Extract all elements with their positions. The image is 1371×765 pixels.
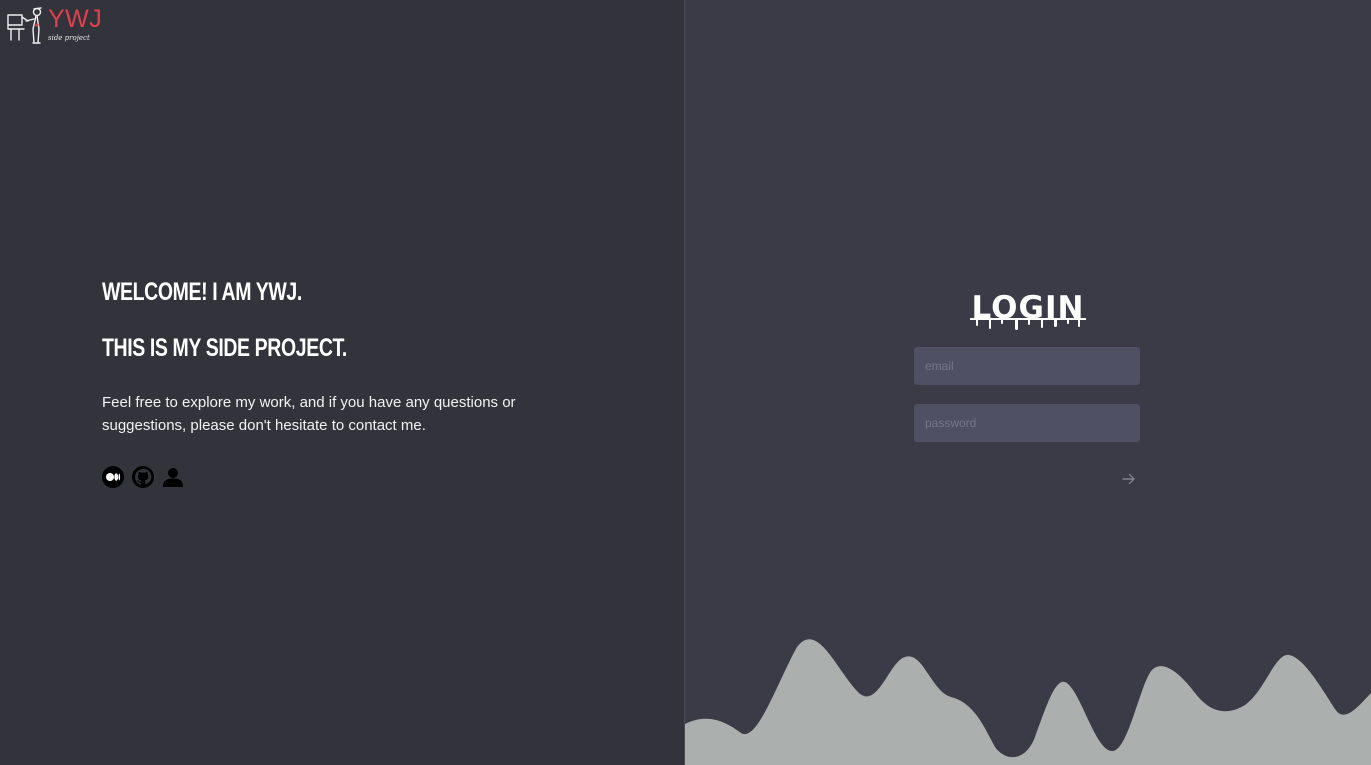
brand-text: YWJ side project — [48, 5, 102, 42]
drip-decoration — [970, 318, 1086, 330]
welcome-description: Feel free to explore my work, and if you… — [102, 394, 516, 434]
login-submit-button[interactable] — [1119, 469, 1139, 489]
medium-icon — [102, 466, 124, 488]
welcome-panel: YWJ side project Welcome! I am YWJ. This… — [0, 0, 685, 765]
password-field[interactable] — [914, 404, 1140, 442]
brand-title: YWJ — [48, 5, 103, 33]
project-headline: This is my side project. — [102, 334, 347, 362]
wave-decoration — [685, 639, 1371, 765]
medium-link[interactable] — [102, 466, 124, 488]
page: YWJ side project Welcome! I am YWJ. This… — [0, 0, 1371, 765]
login-panel: LOGIN — [685, 0, 1371, 765]
github-icon — [132, 466, 154, 488]
profile-icon — [163, 468, 183, 487]
brand-subtitle: side project — [48, 34, 90, 42]
social-links — [102, 466, 522, 488]
welcome-headline: Welcome! I am YWJ. — [102, 278, 302, 306]
arrow-right-icon — [1122, 473, 1135, 485]
profile-link[interactable] — [162, 466, 184, 488]
brand-logo[interactable]: YWJ side project — [6, 5, 102, 45]
welcome-section: Welcome! I am YWJ. This is my side proje… — [102, 277, 522, 488]
email-field[interactable] — [914, 347, 1140, 385]
logo-icon — [7, 7, 42, 44]
github-link[interactable] — [132, 466, 154, 488]
